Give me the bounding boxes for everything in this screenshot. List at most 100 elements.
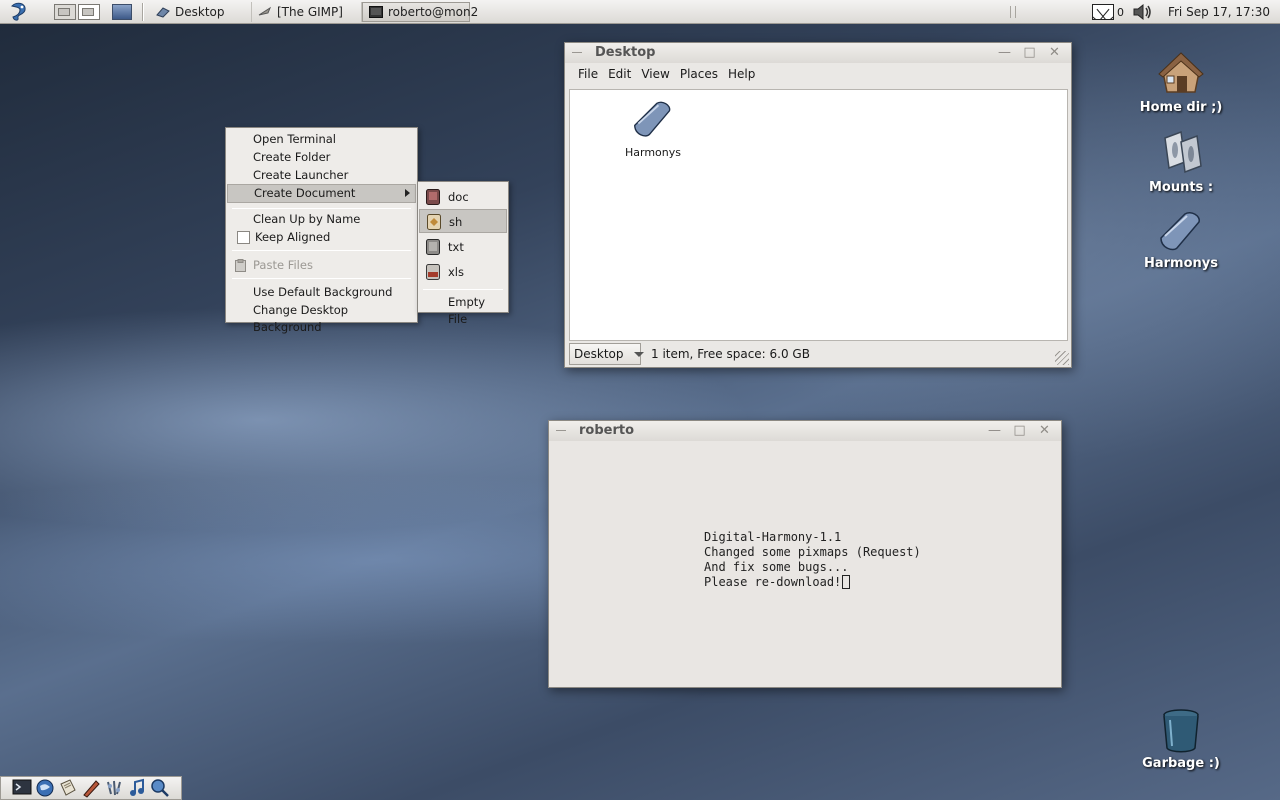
search-icon[interactable] — [149, 778, 170, 798]
submenu-item-label: doc — [448, 190, 469, 204]
minimize-icon[interactable]: — — [988, 423, 1001, 438]
desktop-icon-mounts[interactable]: Mounts : — [1126, 128, 1236, 195]
desktop-icon-label: Harmonys — [1143, 256, 1218, 271]
desktop-icon-label: Home dir ;) — [1139, 100, 1223, 115]
workspace-switcher[interactable] — [54, 3, 100, 20]
file-manager-window: Desktop — □ ✕ File Edit View Places Help… — [564, 42, 1072, 368]
menu-item-keep-aligned[interactable]: Keep Aligned — [227, 229, 416, 246]
menu-separator — [232, 208, 411, 209]
system-tray: 0 Fri Sep 17, 17:30 — [1091, 0, 1280, 24]
terminal-line: And fix some bugs... — [704, 560, 849, 574]
menu-separator — [423, 289, 503, 290]
task-desktop[interactable]: Desktop — [150, 1, 252, 22]
location-combo[interactable]: Desktop — [569, 343, 644, 365]
menu-item-clean-up[interactable]: Clean Up by Name — [227, 211, 416, 228]
browser-icon[interactable] — [34, 778, 55, 798]
terminal-line: Changed some pixmaps (Request) — [704, 545, 921, 559]
menu-item-change-background[interactable]: Change Desktop Background — [227, 302, 416, 334]
window-title: Desktop — [595, 45, 656, 60]
clipboard-icon — [235, 259, 246, 272]
maximize-icon[interactable]: □ — [1013, 423, 1026, 438]
pen-icon[interactable] — [80, 778, 101, 798]
desktop-icon-trash[interactable]: Garbage :) — [1126, 708, 1236, 771]
workspace-2[interactable] — [78, 3, 100, 20]
launcher-panel — [0, 776, 182, 800]
desktop-icon-label: Mounts : — [1148, 180, 1214, 195]
submenu-item-xls[interactable]: xls — [419, 260, 507, 284]
resize-grip[interactable] — [1055, 351, 1069, 365]
chevron-down-icon — [633, 351, 644, 357]
text-editor-icon[interactable] — [57, 778, 78, 798]
top-panel: Desktop [The GIMP] roberto@mon2 0 Fri Se… — [0, 0, 1280, 24]
menu-item-create-document[interactable]: Create Document — [227, 184, 416, 203]
menu-item-label: Keep Aligned — [255, 230, 331, 244]
submenu-item-txt[interactable]: txt — [419, 235, 507, 259]
desktop-icon-home[interactable]: Home dir ;) — [1126, 48, 1236, 115]
window-menu-button[interactable] — [572, 52, 582, 53]
task-terminal[interactable]: roberto@mon2 — [362, 1, 478, 22]
folder-icon — [156, 6, 170, 18]
close-icon[interactable]: ✕ — [1038, 423, 1051, 438]
menu-item-create-launcher[interactable]: Create Launcher — [227, 167, 416, 184]
menubar: File Edit View Places Help — [565, 63, 1071, 85]
window-menu-button[interactable] — [556, 430, 566, 431]
desktop-icon-harmonys[interactable]: Harmonys — [1126, 208, 1236, 271]
task-label: roberto@mon2 — [388, 4, 479, 19]
status-text: 1 item, Free space: 6.0 GB — [651, 347, 810, 361]
volume-icon[interactable] — [1132, 3, 1154, 21]
doc-file-icon — [426, 189, 440, 205]
menu-item-label: Change Desktop Background — [253, 303, 349, 334]
panel-separator — [142, 2, 144, 21]
gimp-icon — [258, 6, 272, 18]
submenu-item-sh[interactable]: sh — [419, 209, 507, 233]
workspace-1[interactable] — [54, 3, 76, 20]
trash-icon — [1163, 709, 1199, 753]
menu-item-label: Open Terminal — [253, 132, 336, 146]
window-titlebar[interactable]: Desktop — □ ✕ — [565, 43, 1071, 63]
minimize-icon[interactable]: — — [998, 45, 1011, 60]
clock[interactable]: Fri Sep 17, 17:30 — [1168, 5, 1280, 19]
menu-edit[interactable]: Edit — [603, 67, 636, 81]
menu-item-default-background[interactable]: Use Default Background — [227, 284, 416, 301]
maximize-icon[interactable]: □ — [1023, 45, 1036, 60]
window-titlebar[interactable]: roberto — □ ✕ — [549, 421, 1061, 441]
mixer-icon[interactable] — [103, 778, 124, 798]
music-icon[interactable] — [126, 778, 147, 798]
terminal-icon[interactable] — [11, 778, 32, 798]
terminal-output: Digital-Harmony-1.1 Changed some pixmaps … — [704, 530, 921, 590]
submenu-item-label: sh — [449, 215, 463, 229]
panel-drag-handle[interactable] — [1010, 6, 1016, 18]
task-gimp[interactable]: [The GIMP] — [252, 1, 362, 22]
drives-icon — [1164, 130, 1202, 174]
menu-places[interactable]: Places — [675, 67, 723, 81]
desktop-icon-label: Garbage :) — [1142, 756, 1220, 771]
show-desktop-button[interactable] — [112, 3, 132, 20]
terminal-body[interactable]: Digital-Harmony-1.1 Changed some pixmaps … — [549, 441, 1061, 687]
file-item-harmonys[interactable]: Harmonys — [618, 98, 688, 159]
main-menu-button[interactable] — [0, 0, 38, 24]
checkbox-icon[interactable] — [237, 231, 250, 244]
terminal-line-text: Please re-download! — [704, 575, 842, 589]
terminal-icon — [369, 5, 383, 18]
menu-view[interactable]: View — [636, 67, 674, 81]
menu-item-open-terminal[interactable]: Open Terminal — [227, 131, 416, 148]
submenu-arrow-icon — [405, 189, 410, 197]
menu-help[interactable]: Help — [723, 67, 760, 81]
menu-item-label: Create Document — [254, 186, 356, 200]
submenu-item-label: Empty File — [448, 295, 486, 326]
file-view[interactable]: Harmonys — [569, 89, 1068, 341]
submenu-item-label: txt — [448, 240, 464, 254]
menu-item-label: Use Default Background — [253, 285, 393, 299]
menu-separator — [232, 278, 411, 279]
menu-item-create-folder[interactable]: Create Folder — [227, 149, 416, 166]
close-icon[interactable]: ✕ — [1048, 45, 1061, 60]
submenu-item-doc[interactable]: doc — [419, 185, 507, 209]
mail-icon[interactable] — [1091, 4, 1114, 20]
submenu-item-empty-file[interactable]: Empty File — [419, 294, 507, 326]
create-document-submenu: doc sh txt xls Empty File — [417, 181, 509, 326]
menu-file[interactable]: File — [573, 67, 603, 81]
terminal-line: Digital-Harmony-1.1 — [704, 530, 842, 544]
task-label: [The GIMP] — [277, 4, 343, 19]
task-label: Desktop — [175, 4, 225, 19]
menu-item-label: Clean Up by Name — [253, 212, 361, 226]
